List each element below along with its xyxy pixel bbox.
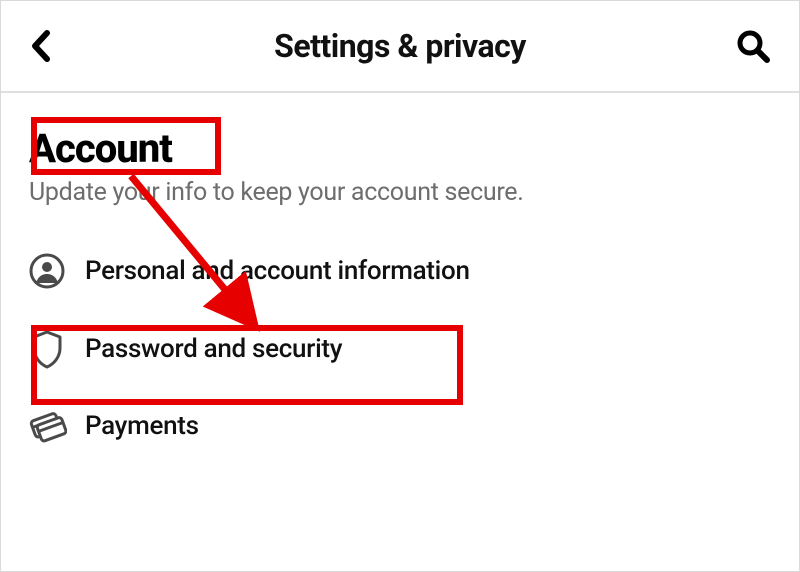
- section-subtitle: Update your info to keep your account se…: [29, 178, 771, 207]
- payments-icon: [29, 409, 67, 443]
- page-title: Settings & privacy: [69, 27, 731, 65]
- row-password-security[interactable]: Password and security: [29, 309, 771, 389]
- row-label: Personal and account information: [85, 256, 470, 286]
- row-personal-info[interactable]: Personal and account information: [29, 233, 771, 309]
- chevron-left-icon: [29, 29, 51, 63]
- search-icon: [735, 28, 771, 64]
- back-button[interactable]: [29, 26, 69, 66]
- shield-icon: [29, 329, 65, 369]
- header-bar: Settings & privacy: [1, 1, 799, 93]
- row-payments[interactable]: Payments: [29, 389, 771, 463]
- section-heading-account: Account: [29, 125, 172, 172]
- search-button[interactable]: [731, 26, 771, 66]
- row-label: Password and security: [85, 334, 342, 364]
- person-circle-icon: [29, 253, 65, 289]
- row-label: Payments: [85, 411, 199, 441]
